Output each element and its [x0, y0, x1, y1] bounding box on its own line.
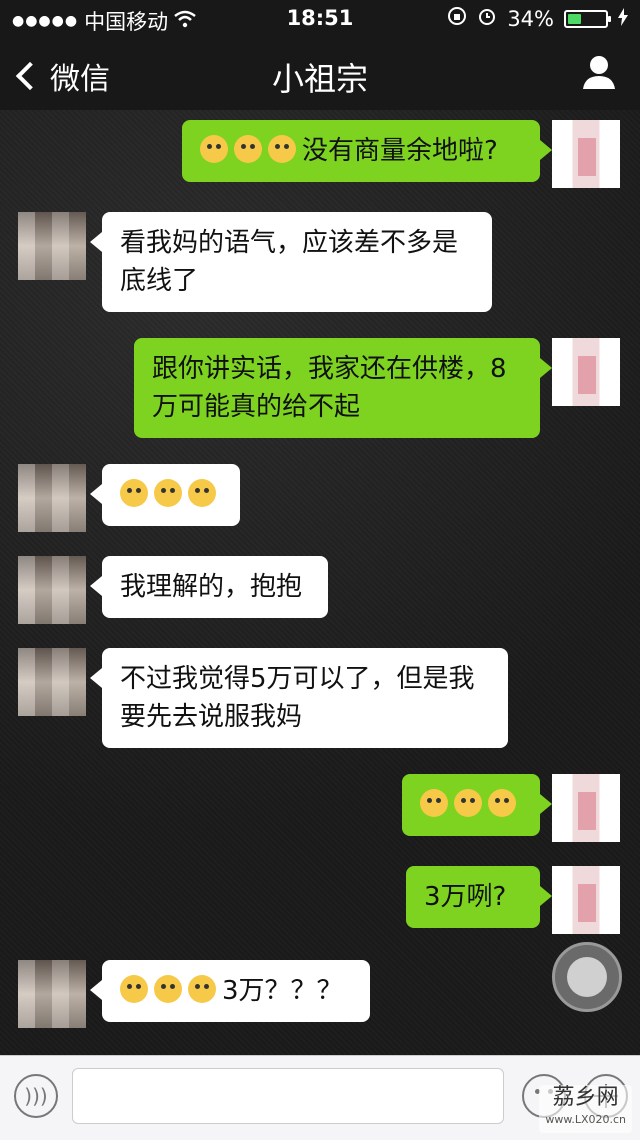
tear-emoji-icon [188, 975, 216, 1003]
message-text: 不过我觉得5万可以了，但是我要先去说服我妈 [120, 664, 475, 732]
cry-emoji-icon [188, 479, 216, 507]
rotation-lock-icon [447, 6, 467, 31]
message-text: 没有商量余地啦? [302, 136, 498, 166]
shocked-emoji-icon [488, 789, 516, 817]
contact-avatar[interactable] [18, 648, 86, 716]
battery-percent: 34% [507, 6, 554, 31]
message-text: 我理解的，抱抱 [120, 572, 303, 602]
assistive-touch-button[interactable] [552, 942, 622, 1012]
message-bubble-in[interactable] [90, 464, 240, 526]
person-icon [583, 56, 615, 89]
tear-emoji-icon [154, 975, 182, 1003]
chat-area[interactable]: 没有商量余地啦? 看我妈的语气，应该差不多是底线了 跟你讲实话，我家还在供楼，8… [0, 110, 640, 1055]
scream-emoji-icon [234, 135, 262, 163]
message-input[interactable] [72, 1068, 504, 1124]
battery-fill [568, 13, 581, 24]
shocked-emoji-icon [454, 789, 482, 817]
site-watermark: 荔乡网 www.LX020.cn [539, 1085, 632, 1133]
voice-icon: ))) [24, 1084, 48, 1108]
message-bubble-out[interactable]: 没有商量余地啦? [182, 120, 552, 182]
watermark-text: 荔乡网 [552, 1085, 619, 1110]
watermark-url: www.LX020.cn [545, 1113, 626, 1126]
cry-emoji-icon [154, 479, 182, 507]
contact-avatar[interactable] [18, 556, 86, 624]
message-text: 3万？？？ [222, 976, 343, 1006]
scream-emoji-icon [268, 135, 296, 163]
my-avatar[interactable] [552, 866, 620, 934]
profile-button[interactable] [582, 54, 616, 90]
message-bubble-in[interactable]: 看我妈的语气，应该差不多是底线了 [90, 212, 492, 312]
message-bubble-in[interactable]: 不过我觉得5万可以了，但是我要先去说服我妈 [90, 648, 508, 748]
message-text: 3万咧? [424, 882, 507, 912]
chat-title: 小祖宗 [271, 60, 368, 98]
battery-icon [564, 9, 611, 28]
contact-avatar[interactable] [18, 464, 86, 532]
status-bar: ●●●●● 中国移动 18:51 34% [0, 0, 640, 36]
tear-emoji-icon [120, 975, 148, 1003]
status-right: 34% [447, 6, 628, 31]
message-bubble-out[interactable]: 3万咧? [406, 866, 552, 928]
message-bubble-in[interactable]: 我理解的，抱抱 [90, 556, 328, 618]
shocked-emoji-icon [420, 789, 448, 817]
my-avatar[interactable] [552, 774, 620, 842]
my-avatar[interactable] [552, 338, 620, 406]
message-text: 跟你讲实话，我家还在供楼，8万可能真的给不起 [152, 354, 507, 422]
voice-input-button[interactable]: ))) [14, 1074, 58, 1118]
message-bubble-out[interactable] [402, 774, 552, 836]
my-avatar[interactable] [552, 120, 620, 188]
contact-avatar[interactable] [18, 960, 86, 1028]
alarm-icon [477, 6, 497, 31]
message-bubble-in[interactable]: 3万？？？ [90, 960, 370, 1022]
charging-icon [618, 7, 628, 31]
cry-emoji-icon [120, 479, 148, 507]
scream-emoji-icon [200, 135, 228, 163]
nav-bar: 微信 小祖宗 [0, 36, 640, 110]
assistive-touch-dot [567, 957, 607, 997]
message-text: 看我妈的语气，应该差不多是底线了 [120, 228, 459, 296]
message-bubble-out[interactable]: 跟你讲实话，我家还在供楼，8万可能真的给不起 [134, 338, 552, 438]
contact-avatar[interactable] [18, 212, 86, 280]
